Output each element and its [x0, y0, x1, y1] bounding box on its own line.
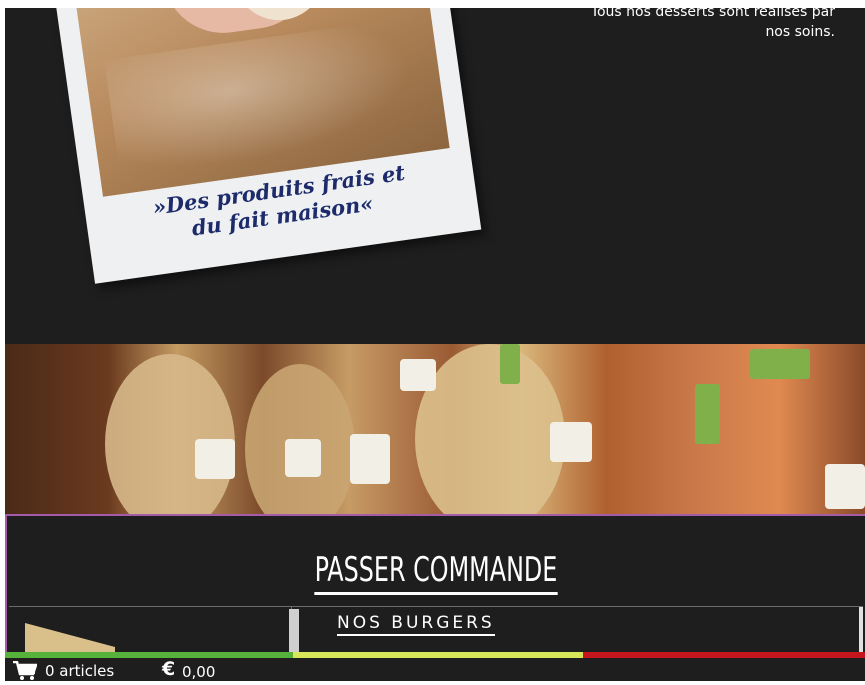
- about-section: Tous nos desserts sont réalisés par nos …: [5, 8, 865, 344]
- intro-line-2: nos soins.: [765, 24, 835, 40]
- onion-piece: [825, 464, 865, 509]
- onion-piece: [350, 434, 390, 484]
- cilantro-piece: [750, 349, 810, 379]
- cart-item-count: 0 articles: [45, 662, 115, 680]
- onion-piece: [400, 359, 436, 391]
- order-title-text: PASSER COMMANDE: [314, 550, 558, 595]
- order-title: PASSER COMMANDE: [101, 550, 770, 595]
- tortilla-shape: [105, 354, 235, 514]
- intro-line-1: Tous nos desserts sont réalisés par: [590, 8, 835, 20]
- flour-texture: [104, 18, 418, 180]
- tacos-banner-image: [5, 344, 865, 514]
- cart-bar[interactable]: 0 articles € 0,00: [5, 658, 865, 681]
- onion-piece: [550, 422, 592, 462]
- intro-text: Tous nos desserts sont réalisés par nos …: [535, 8, 835, 42]
- scroll-handle-right[interactable]: [859, 607, 863, 657]
- category-link-burgers[interactable]: NOS BURGERS: [337, 613, 495, 636]
- order-panel: PASSER COMMANDE NOS BURGERS: [5, 514, 865, 667]
- tortilla-shape: [415, 344, 565, 514]
- euro-icon: €: [162, 658, 176, 680]
- shopping-cart-icon[interactable]: [13, 660, 38, 685]
- polaroid-photo-card: »Des produits frais et du fait maison«: [54, 8, 482, 284]
- onion-piece: [195, 439, 235, 479]
- cilantro-piece: [500, 344, 520, 384]
- scroll-handle-left[interactable]: [289, 609, 299, 657]
- cilantro-piece: [695, 384, 720, 444]
- cart-total: 0,00: [182, 663, 216, 681]
- onion-piece: [285, 439, 321, 477]
